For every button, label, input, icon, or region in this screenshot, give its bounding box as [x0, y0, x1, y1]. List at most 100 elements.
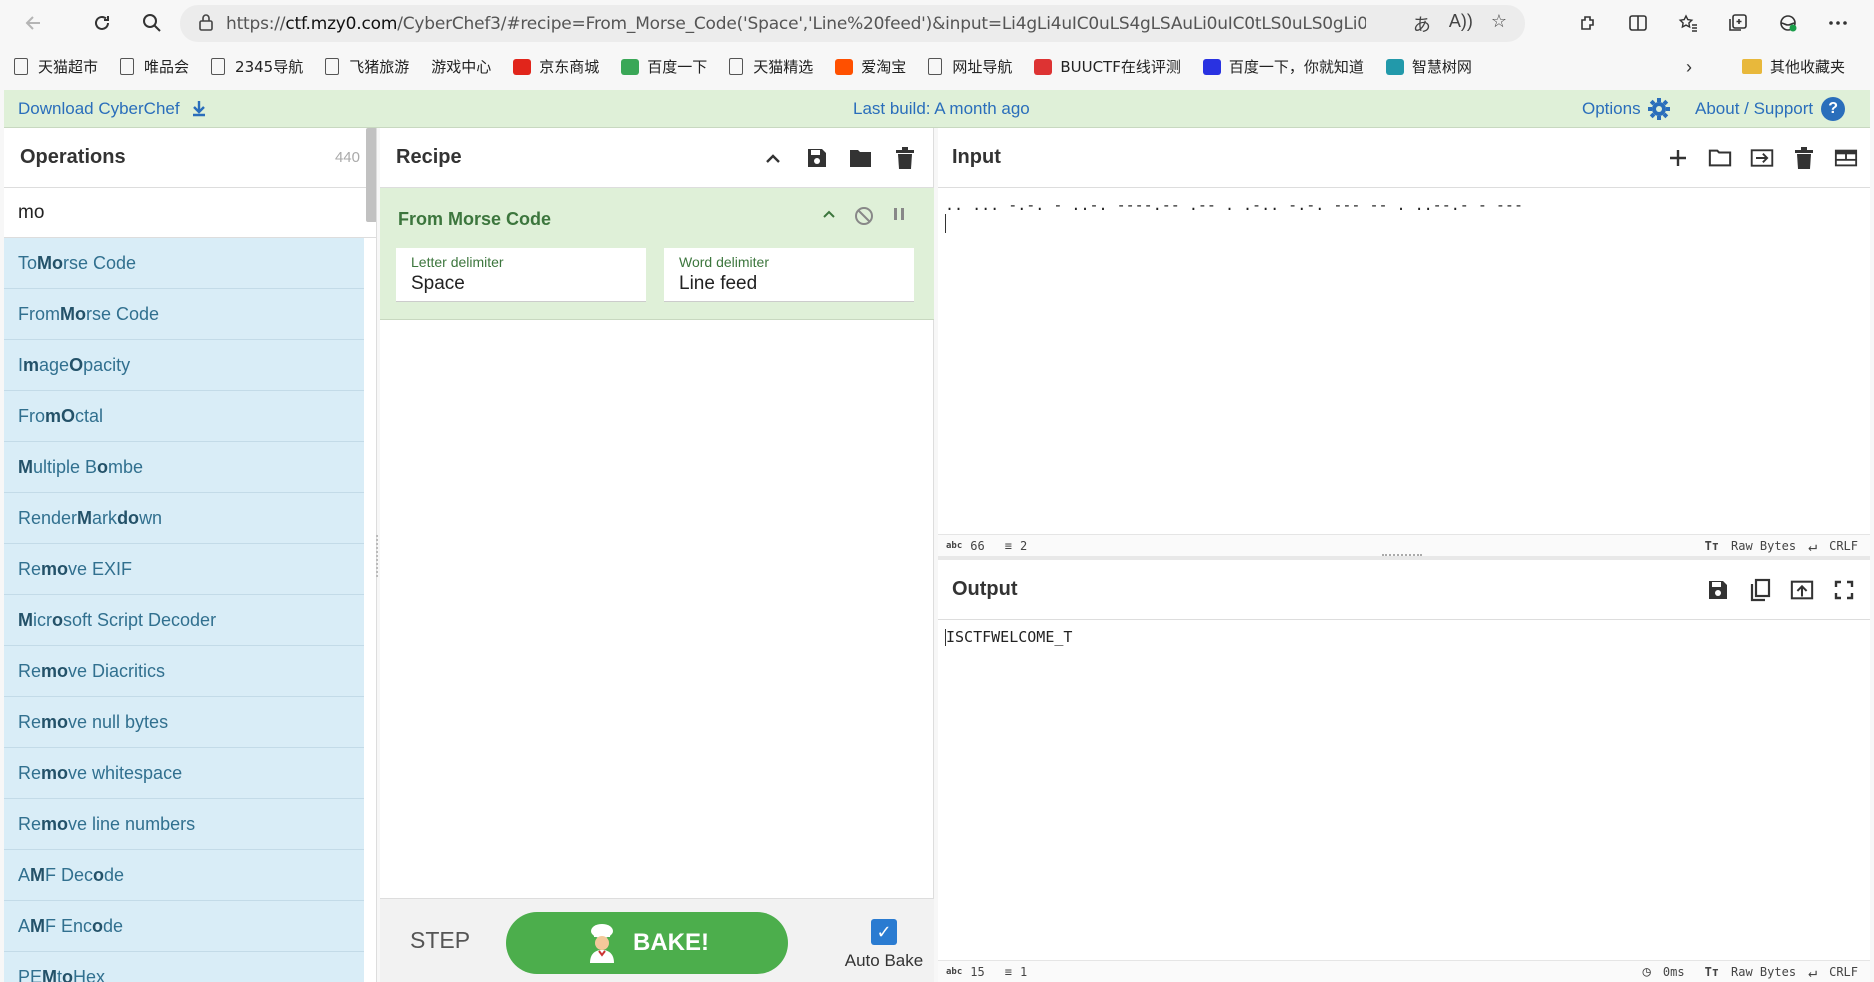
- more-menu-icon[interactable]: [1818, 5, 1858, 41]
- operations-title: Operations: [20, 146, 126, 168]
- pause-icon[interactable]: [892, 206, 906, 231]
- operation-list-item[interactable]: AMF Enc o de: [4, 901, 364, 952]
- folder-open-icon[interactable]: [849, 146, 873, 170]
- download-icon: [193, 100, 206, 116]
- bookmark-item[interactable]: 天猫超市: [14, 56, 98, 77]
- maximize-icon[interactable]: [1832, 578, 1856, 602]
- bookmark-item[interactable]: 2345导航: [211, 56, 303, 77]
- chevron-up-icon[interactable]: [761, 146, 785, 170]
- layout-icon[interactable]: [1834, 146, 1858, 170]
- auto-bake-toggle[interactable]: ✓ Auto Bake: [824, 919, 944, 971]
- lock-icon[interactable]: [198, 13, 226, 35]
- trash-icon[interactable]: [893, 146, 917, 170]
- split-screen-icon[interactable]: [1618, 5, 1658, 41]
- operation-list-item[interactable]: Multiple Bo mbe: [4, 442, 364, 493]
- bookmark-item[interactable]: 天猫精选: [729, 56, 813, 77]
- bookmark-item[interactable]: 百度一下，你就知道: [1202, 56, 1364, 77]
- operations-panel: Operations 440 mo To Mo rse Code From Mo rs…: [4, 128, 377, 982]
- input-eol[interactable]: CRLF: [1829, 539, 1858, 553]
- disable-icon[interactable]: [854, 206, 874, 231]
- operation-list-item[interactable]: Fro m Octal: [4, 391, 364, 442]
- operations-scrollbar[interactable]: [366, 128, 376, 222]
- operation-list-item[interactable]: Im age Opacity: [4, 340, 364, 391]
- word-delimiter-field[interactable]: Word delimiter Line feed: [664, 248, 914, 302]
- bookmark-item[interactable]: 游戏中心: [431, 56, 491, 77]
- baidu-green-icon: [621, 58, 640, 75]
- download-link[interactable]: Download CyberChef: [18, 99, 208, 119]
- bookmark-item[interactable]: 百度一下: [621, 56, 707, 77]
- input-panel: Input .. ... -.-. - ..-. ----.-- .-- . .…: [938, 128, 1870, 556]
- bookmarks-bar: 天猫超市 唯品会 2345导航 飞猪旅游 游戏中心 京东商城 百度一下 天猫精选 爱淘宝 网址导航…: [0, 50, 1874, 83]
- search-icon[interactable]: [132, 5, 172, 41]
- letter-delimiter-field[interactable]: Letter delimiter Space: [396, 248, 646, 302]
- browser-toolbar: https://ctf.mzy0.com/CyberChef3/#recipe=…: [0, 0, 1874, 45]
- operation-list-item[interactable]: PE M to Hex: [4, 952, 364, 982]
- read-aloud-icon[interactable]: A)): [1449, 11, 1473, 37]
- input-encoding[interactable]: Raw Bytes: [1731, 539, 1796, 553]
- operation-list-item[interactable]: Re mo ve EXIF: [4, 544, 364, 595]
- chevron-up-icon[interactable]: [822, 206, 836, 231]
- bookmark-item[interactable]: 飞猪旅游: [325, 56, 409, 77]
- favorite-star-icon[interactable]: ☆: [1491, 11, 1507, 37]
- open-folder-icon[interactable]: [1708, 146, 1732, 170]
- extensions-icon[interactable]: [1568, 5, 1608, 41]
- save-output-icon[interactable]: [1706, 578, 1730, 602]
- url-text[interactable]: https://ctf.mzy0.com/CyberChef3/#recipe=…: [226, 14, 1366, 34]
- bookmark-item[interactable]: 爱淘宝: [835, 56, 906, 77]
- operation-list-item[interactable]: Render Mark do wn: [4, 493, 364, 544]
- clear-input-icon[interactable]: [1792, 146, 1816, 170]
- browser-essentials-icon[interactable]: [1768, 5, 1808, 41]
- buuctf-icon: [1034, 58, 1053, 75]
- output-eol[interactable]: CRLF: [1829, 965, 1858, 979]
- operation-list-item[interactable]: AMF Dec o de: [4, 850, 364, 901]
- save-icon[interactable]: [805, 146, 829, 170]
- resize-handle[interactable]: [376, 535, 378, 577]
- back-arrow-icon[interactable]: [14, 5, 54, 41]
- copy-icon[interactable]: [1748, 578, 1772, 602]
- load-file-icon[interactable]: [1750, 146, 1774, 170]
- bookmark-item[interactable]: 京东商城: [513, 56, 599, 77]
- bookmark-item[interactable]: BUUCTF在线评测: [1034, 56, 1181, 77]
- refresh-icon[interactable]: [82, 5, 122, 41]
- input-length: 66: [970, 538, 985, 553]
- other-bookmarks[interactable]: 其他收藏夹: [1742, 56, 1845, 77]
- replace-input-icon[interactable]: [1790, 578, 1814, 602]
- operation-list-item[interactable]: From Mo rse Code: [4, 289, 364, 340]
- splitter-grip[interactable]: [1382, 554, 1422, 557]
- translate-icon[interactable]: あ: [1413, 11, 1431, 37]
- operation-list-item[interactable]: To Mo rse Code: [4, 238, 364, 289]
- chevron-right-icon[interactable]: ›: [1686, 57, 1692, 78]
- bookmark-item[interactable]: 网址导航: [928, 56, 1012, 77]
- add-tab-icon[interactable]: [1666, 146, 1690, 170]
- output-text[interactable]: ISCTFWELCOME_T: [945, 628, 1072, 646]
- operation-list-item[interactable]: Re mo ve Diacritics: [4, 646, 364, 697]
- operation-list-item[interactable]: Micr o soft Script Decoder: [4, 595, 364, 646]
- baidu-paw-icon: [1202, 58, 1221, 75]
- bookmark-item[interactable]: 唯品会: [120, 56, 189, 77]
- options-link[interactable]: Options: [1582, 97, 1671, 121]
- bookmark-item[interactable]: 智慧树网: [1385, 56, 1472, 77]
- word-delimiter-label: Word delimiter: [679, 254, 769, 270]
- input-textarea[interactable]: .. ... -.-. - ..-. ----.-- .-- . .-.. -.…: [945, 196, 1523, 233]
- doc-icon: [120, 58, 135, 75]
- bake-button[interactable]: BAKE!: [506, 912, 788, 974]
- collections-icon[interactable]: [1718, 5, 1758, 41]
- step-button[interactable]: STEP: [410, 927, 470, 954]
- taobao-icon: [835, 58, 854, 75]
- bake-time: 0ms: [1662, 964, 1685, 979]
- operation-list-item[interactable]: Re mo ve whitespace: [4, 748, 364, 799]
- word-delimiter-value[interactable]: Line feed: [679, 273, 899, 295]
- output-length: 15: [970, 964, 985, 979]
- operation-list-item[interactable]: Re mo ve line numbers: [4, 799, 364, 850]
- recipe-operation-from-morse-code[interactable]: From Morse Code Letter delimiter Space W…: [380, 188, 934, 320]
- letter-delimiter-value[interactable]: Space: [411, 273, 631, 295]
- favorites-icon[interactable]: [1668, 5, 1708, 41]
- help-icon: ?: [1821, 96, 1846, 121]
- about-support-link[interactable]: About / Support ?: [1695, 96, 1846, 121]
- output-encoding[interactable]: Raw Bytes: [1731, 965, 1796, 979]
- text-size-icon: Tт: [1704, 538, 1720, 553]
- address-bar[interactable]: https://ctf.mzy0.com/CyberChef3/#recipe=…: [180, 5, 1525, 42]
- checkbox-checked-icon[interactable]: ✓: [871, 919, 897, 945]
- operations-search-input[interactable]: mo: [4, 188, 376, 238]
- operation-list-item[interactable]: Re mo ve null bytes: [4, 697, 364, 748]
